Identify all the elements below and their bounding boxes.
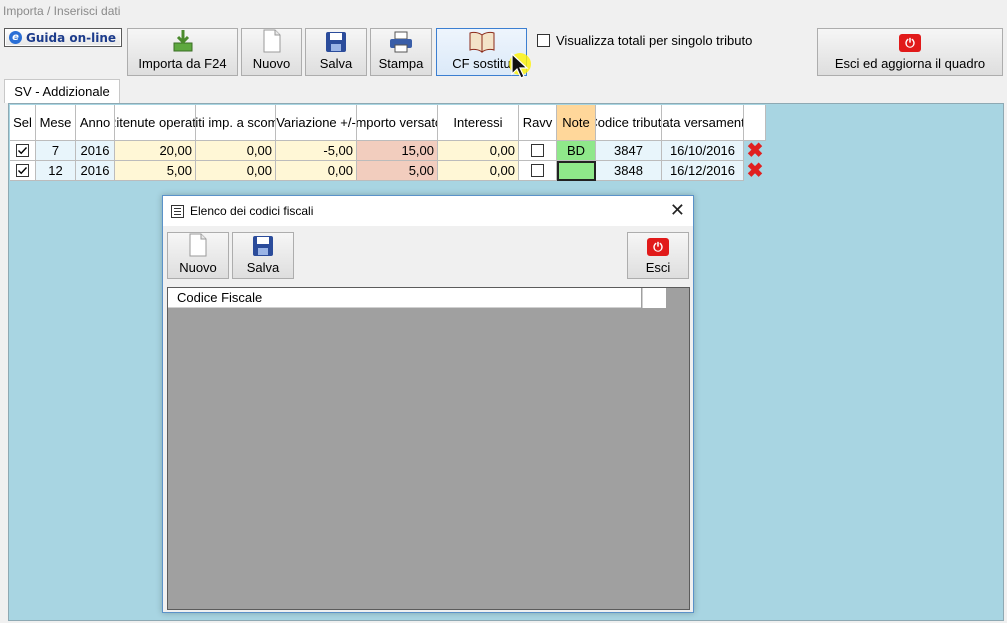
row1-anno[interactable]: 2016: [76, 141, 115, 161]
visualizza-totali-checkbox[interactable]: Visualizza totali per singolo tributo: [537, 33, 752, 48]
cf-label: CF sostitu: [452, 56, 511, 71]
codici-fiscali-dialog: Elenco dei codici fiscali ✕ Nuovo Salva …: [162, 195, 694, 613]
mouse-cursor-icon: [509, 52, 531, 79]
blank-page-icon: [189, 233, 207, 257]
close-icon[interactable]: ✕: [670, 201, 685, 219]
row2-anno[interactable]: 2016: [76, 161, 115, 181]
guida-label: Guida on-line: [26, 30, 117, 45]
row2-sel[interactable]: [10, 161, 36, 181]
row1-crediti[interactable]: 0,00: [196, 141, 276, 161]
checkbox-unchecked-icon[interactable]: [531, 144, 544, 157]
row1-note[interactable]: BD: [557, 141, 596, 161]
visualizza-checkbox-box[interactable]: [537, 34, 550, 47]
checkbox-checked-icon[interactable]: [16, 144, 29, 157]
header-ritenute: Ritenute operate: [115, 105, 196, 141]
stampa-button[interactable]: Stampa: [370, 28, 432, 76]
header-ravv: Ravv: [519, 105, 557, 141]
row1-importo[interactable]: 15,00: [357, 141, 438, 161]
row2-importo[interactable]: 5,00: [357, 161, 438, 181]
dialog-salva-button[interactable]: Salva: [232, 232, 294, 279]
row2-note[interactable]: [557, 161, 596, 181]
row2-variazione[interactable]: 0,00: [276, 161, 357, 181]
header-crediti: Crediti imp. a scomputo: [196, 105, 276, 141]
row1-sel[interactable]: [10, 141, 36, 161]
header-variazione: Variazione +/-: [276, 105, 357, 141]
header-importo: Importo versato: [357, 105, 438, 141]
row1-interessi[interactable]: 0,00: [438, 141, 519, 161]
importa-label: Importa da F24: [138, 56, 227, 71]
checkbox-unchecked-icon[interactable]: [531, 164, 544, 177]
nuovo-button[interactable]: Nuovo: [241, 28, 302, 76]
dialog-title-bar: Elenco dei codici fiscali: [163, 196, 693, 226]
row2-mese[interactable]: 12: [36, 161, 76, 181]
row1-data[interactable]: 16/10/2016: [662, 141, 744, 161]
dialog-nuovo-button[interactable]: Nuovo: [167, 232, 229, 279]
row2-ritenute[interactable]: 5,00: [115, 161, 196, 181]
header-note: Note: [557, 105, 596, 141]
dialog-salva-label: Salva: [246, 260, 280, 275]
red-x-icon: ✖: [746, 141, 764, 161]
visualizza-label: Visualizza totali per singolo tributo: [556, 33, 753, 48]
salva-button[interactable]: Salva: [305, 28, 367, 76]
dialog-esci-label: Esci: [645, 260, 671, 275]
blank-page-icon: [263, 29, 280, 53]
row2-ravv[interactable]: [519, 161, 557, 181]
power-icon: ⏻: [899, 34, 921, 52]
row2-crediti[interactable]: 0,00: [196, 161, 276, 181]
salva-label: Salva: [319, 56, 353, 71]
row1-delete-button[interactable]: ✖: [744, 141, 766, 161]
header-codice: Codice tributo: [596, 105, 662, 141]
column-header-codice-fiscale: Codice Fiscale: [168, 288, 641, 308]
printer-icon: [390, 31, 412, 53]
floppy-disk-icon: [326, 32, 346, 52]
red-x-icon: ✖: [746, 161, 764, 181]
dialog-esci-button[interactable]: ⏻ Esci: [627, 232, 689, 279]
ie-e-icon: e: [9, 31, 22, 44]
row1-codice[interactable]: 3847: [596, 141, 662, 161]
row2-codice[interactable]: 3848: [596, 161, 662, 181]
dialog-title: Elenco dei codici fiscali: [190, 204, 314, 218]
row2-data[interactable]: 16/12/2016: [662, 161, 744, 181]
column-header-filler: [642, 288, 666, 308]
stampa-label: Stampa: [378, 56, 424, 71]
window-title: Importa / Inserisci dati: [3, 4, 121, 18]
importa-f24-button[interactable]: Importa da F24: [127, 28, 238, 76]
row2-interessi[interactable]: 0,00: [438, 161, 519, 181]
floppy-disk-icon: [253, 236, 273, 256]
row1-ravv[interactable]: [519, 141, 557, 161]
row1-ritenute[interactable]: 20,00: [115, 141, 196, 161]
esci-aggiorna-label: Esci ed aggiorna il quadro: [834, 56, 986, 71]
checkbox-checked-icon[interactable]: [16, 164, 29, 177]
list-window-icon: [171, 204, 184, 218]
guida-online-button[interactable]: e Guida on-line: [4, 28, 122, 47]
power-icon: ⏻: [647, 238, 669, 256]
nuovo-label: Nuovo: [252, 56, 291, 71]
row2-delete-button[interactable]: ✖: [744, 161, 766, 181]
open-book-icon: [469, 31, 494, 53]
row1-mese[interactable]: 7: [36, 141, 76, 161]
row1-variazione[interactable]: -5,00: [276, 141, 357, 161]
header-sel: Sel: [10, 105, 36, 141]
download-arrow-icon: [173, 30, 192, 52]
codici-fiscali-list[interactable]: Codice Fiscale: [167, 287, 690, 610]
header-data: Data versamento: [662, 105, 744, 141]
header-mese: Mese: [36, 105, 76, 141]
header-anno: Anno: [76, 105, 115, 141]
dialog-nuovo-label: Nuovo: [179, 260, 217, 275]
header-delete: [744, 105, 766, 141]
header-interessi: Interessi: [438, 105, 519, 141]
tab-sv-addizionale[interactable]: SV - Addizionale: [4, 79, 120, 103]
esci-aggiorna-button[interactable]: ⏻ Esci ed aggiorna il quadro: [817, 28, 1003, 76]
